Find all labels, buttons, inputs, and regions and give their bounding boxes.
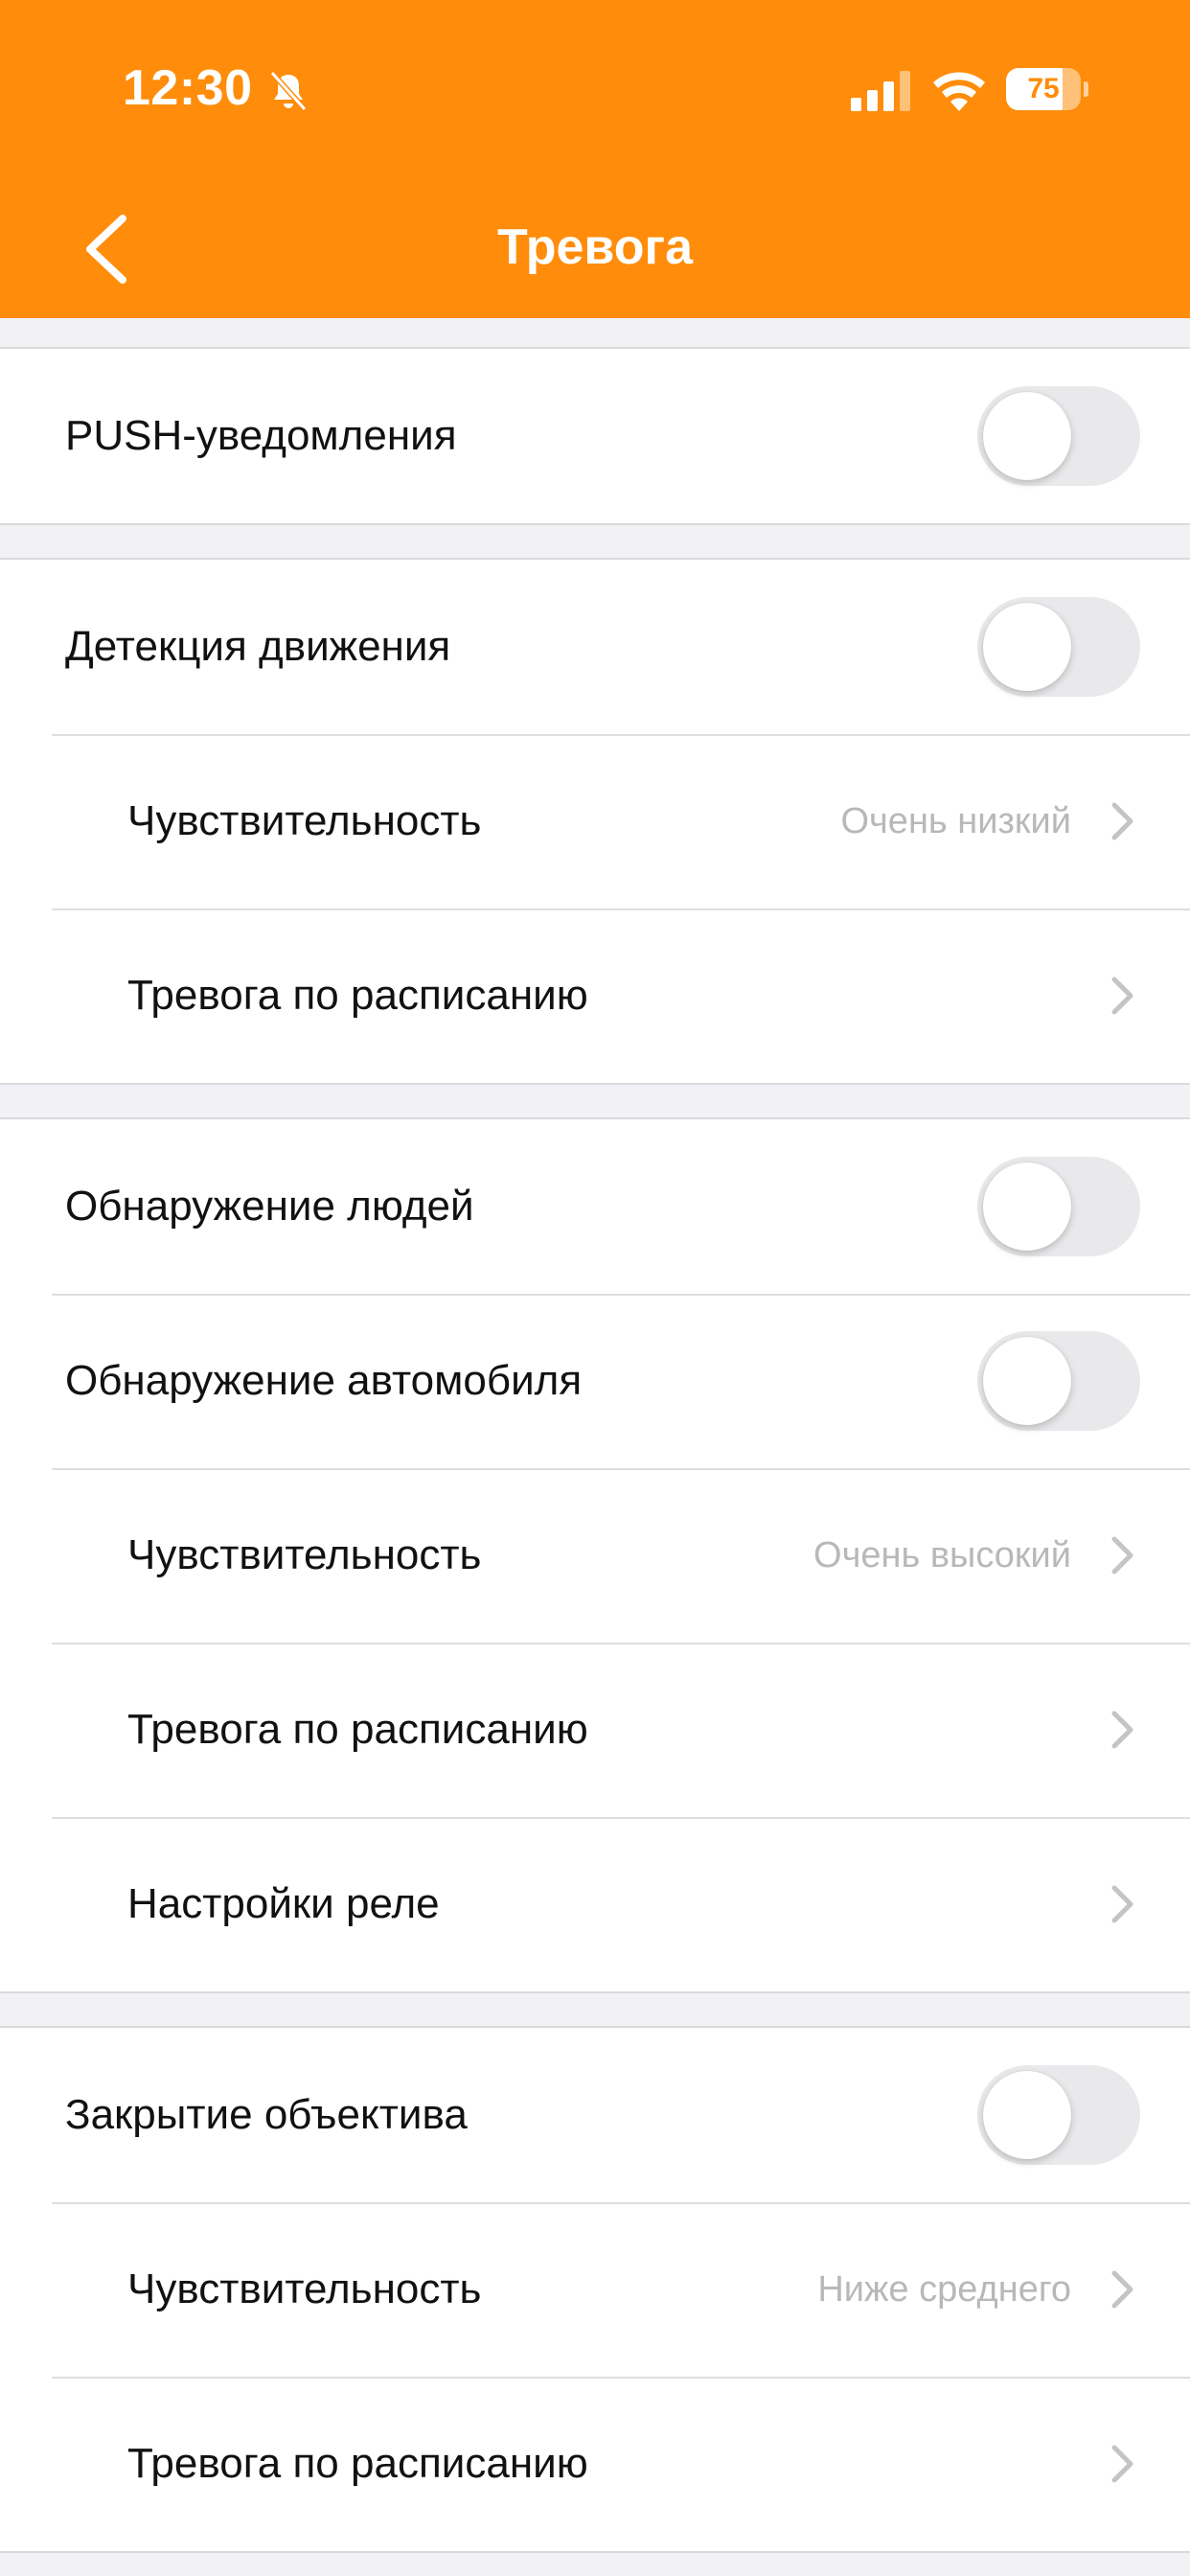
page-title: Тревога	[496, 219, 694, 275]
toggle-knob	[983, 603, 1071, 691]
chevron-right-icon	[1110, 2268, 1136, 2311]
vehicle-sensitivity-row[interactable]: Чувствительность Очень высокий	[0, 1468, 1190, 1643]
row-label: Обнаружение людей	[65, 1183, 474, 1230]
chevron-right-icon	[1110, 800, 1136, 842]
settings-list: PUSH-уведомления Детекция движения Чувстви…	[0, 318, 1190, 2553]
row-label: PUSH-уведомления	[65, 412, 457, 459]
motion-sensitivity-row[interactable]: Чувствительность Очень низкий	[0, 734, 1190, 908]
lens-cover-row: Закрытие объектива	[0, 2028, 1190, 2202]
bell-slash-icon	[269, 70, 308, 112]
toggle-knob	[983, 2071, 1071, 2159]
lens-sensitivity-row[interactable]: Чувствительность Ниже среднего	[0, 2202, 1190, 2377]
row-label: Закрытие объектива	[65, 2091, 468, 2138]
toggle-switch[interactable]	[977, 597, 1140, 697]
toggle-knob	[983, 1162, 1071, 1251]
row-label: Детекция движения	[65, 623, 451, 670]
object-detection-section: Обнаружение людей Обнаружение автомобиля Ч…	[0, 1117, 1190, 1993]
vehicle-schedule-row[interactable]: Тревога по расписанию	[0, 1643, 1190, 1817]
chevron-right-icon	[1110, 1709, 1136, 1751]
toggle-switch[interactable]	[977, 1157, 1140, 1256]
push-section: PUSH-уведомления	[0, 347, 1190, 525]
chevron-right-icon	[1110, 975, 1136, 1017]
motion-detection-section: Детекция движения Чувствительность Очень н…	[0, 558, 1190, 1085]
status-time: 12:30	[123, 60, 253, 116]
relay-settings-row[interactable]: Настройки реле	[0, 1817, 1190, 1991]
row-value: Очень высокий	[813, 1534, 1071, 1576]
row-value: Очень низкий	[840, 800, 1071, 841]
battery-indicator: 75	[1006, 68, 1088, 110]
vehicle-detection-row: Обнаружение автомобиля	[0, 1294, 1190, 1468]
row-label: Настройки реле	[127, 1880, 440, 1927]
chevron-right-icon	[1110, 1534, 1136, 1576]
chevron-right-icon	[1110, 1883, 1136, 1925]
row-label: Тревога по расписанию	[127, 2440, 588, 2487]
row-label: Обнаружение автомобиля	[65, 1357, 583, 1404]
row-label: Чувствительность	[127, 797, 482, 844]
push-notifications-row: PUSH-уведомления	[0, 349, 1190, 523]
row-value: Ниже среднего	[817, 2268, 1071, 2310]
motion-schedule-row[interactable]: Тревога по расписанию	[0, 908, 1190, 1083]
row-label: Чувствительность	[127, 1531, 482, 1578]
lens-schedule-row[interactable]: Тревога по расписанию	[0, 2377, 1190, 2551]
battery-level-text: 75	[1027, 73, 1060, 104]
cellular-signal-icon	[851, 71, 910, 111]
motion-detection-row: Детекция движения	[0, 560, 1190, 734]
toggle-knob	[983, 392, 1071, 480]
toggle-switch[interactable]	[977, 2065, 1140, 2165]
row-label: Тревога по расписанию	[127, 1706, 588, 1753]
people-detection-row: Обнаружение людей	[0, 1119, 1190, 1294]
row-label: Чувствительность	[127, 2266, 482, 2312]
wifi-icon	[933, 72, 985, 111]
lens-cover-section: Закрытие объектива Чувствительность Ниже с…	[0, 2026, 1190, 2553]
toggle-knob	[983, 1337, 1071, 1425]
chevron-right-icon	[1110, 2443, 1136, 2485]
toggle-switch[interactable]	[977, 1331, 1140, 1431]
row-label: Тревога по расписанию	[127, 972, 588, 1019]
nav-header: 12:30 75 Тревога	[0, 0, 1190, 318]
toggle-switch[interactable]	[977, 386, 1140, 486]
